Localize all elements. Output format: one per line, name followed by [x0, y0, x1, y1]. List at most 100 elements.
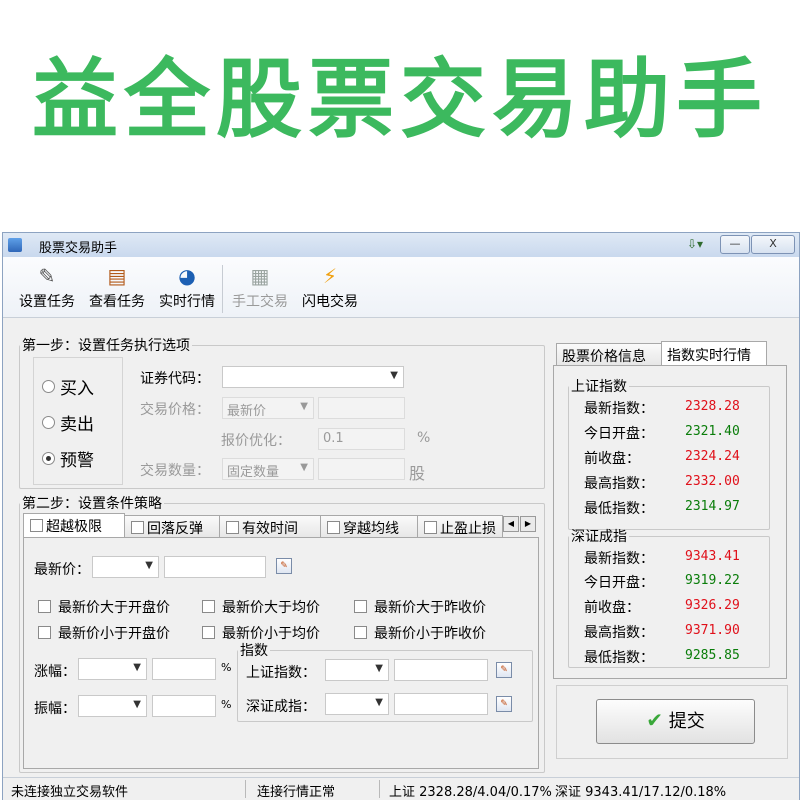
title-bar: 股票交易助手 ⇩▾ — X [3, 233, 799, 257]
calendar-edit-icon[interactable]: ✎ [496, 696, 512, 712]
window-title: 股票交易助手 [39, 241, 118, 256]
tab-panel-exceed-limit: 最新价： ▼ ✎ 最新价大于开盘价 最新价大于均价 最新价大于昨收价 最新价小于… [23, 537, 539, 769]
tab-label: 股票价格信息 [562, 349, 646, 365]
checkbox[interactable] [202, 600, 215, 613]
tab-label: 超越极限 [46, 519, 102, 535]
sh-index-title: 上证指数 [571, 379, 627, 395]
submit-button[interactable]: ✔ 提交 [596, 699, 755, 744]
rise-label: 涨幅： [34, 664, 76, 680]
dropdown-menu-icon[interactable]: ⇩▾ [687, 237, 703, 251]
qty-label: 交易数量： [140, 463, 210, 479]
price-input[interactable] [318, 397, 405, 419]
opt-label: 报价优化： [221, 433, 291, 449]
close-button[interactable]: X [751, 235, 795, 254]
calendar-edit-icon[interactable]: ✎ [276, 558, 292, 574]
calendar-edit-icon[interactable]: ✎ [496, 662, 512, 678]
price-type-combo[interactable]: 最新价 ▼ [222, 397, 314, 419]
checkbox[interactable] [354, 600, 367, 613]
amp-operator-combo[interactable]: ▼ [78, 695, 147, 717]
realtime-quote-icon: ◕ [178, 264, 196, 288]
toolbar-realtime-quote-button[interactable]: ◕ 实时行情 [154, 263, 220, 311]
sz-index-title: 深证成指 [571, 529, 627, 545]
checkbox[interactable] [38, 626, 51, 639]
submit-label: 提交 [668, 711, 705, 732]
tab-exceed-limit[interactable]: 超越极限 [23, 513, 125, 538]
sh-row-label: 今日开盘： [584, 426, 654, 442]
sh-index-input[interactable] [394, 659, 488, 681]
sz-row-label: 今日开盘： [584, 575, 654, 591]
tab-scroll-left-icon[interactable]: ◀ [503, 516, 519, 532]
tab-index-realtime[interactable]: 指数实时行情 [661, 341, 767, 366]
sh-low-value: 2314.97 [685, 499, 740, 514]
tab-valid-time[interactable]: 有效时间 [219, 515, 321, 538]
sh-index-operator-combo[interactable]: ▼ [325, 659, 389, 681]
tab-pullback-rebound[interactable]: 回落反弹 [124, 515, 220, 538]
sz-prev-close-value: 9326.29 [685, 598, 740, 613]
tab-stock-price-info[interactable]: 股票价格信息 [556, 343, 662, 366]
toolbar-settings-task-button[interactable]: ✎ 设置任务 [15, 263, 79, 311]
radio-alert-circle[interactable] [42, 452, 55, 465]
index-realtime-panel: 上证指数 最新指数： 2328.28 今日开盘： 2321.40 前收盘： 23… [553, 365, 787, 679]
product-banner-title: 益全股票交易助手 [32, 50, 768, 150]
app-window: 股票交易助手 ⇩▾ — X ✎ 设置任务 ▤ 查看任务 ◕ 实时行情 ▦ 手工交… [2, 232, 800, 800]
rise-operator-combo[interactable]: ▼ [78, 658, 147, 680]
latest-price-operator-combo[interactable]: ▼ [92, 556, 159, 578]
sh-row-label: 最高指数： [584, 476, 654, 492]
status-sz-index: 深证 9343.41/17.12/0.18% [555, 785, 727, 800]
qty-type-combo[interactable]: 固定数量 ▼ [222, 458, 314, 480]
tab-checkbox[interactable] [30, 519, 43, 532]
checkbox[interactable] [38, 600, 51, 613]
sh-row-label: 最低指数： [584, 501, 654, 517]
app-logo-icon [8, 238, 22, 252]
sz-row-label: 最新指数： [584, 551, 654, 567]
qty-unit: 股 [409, 464, 426, 483]
tab-checkbox[interactable] [327, 521, 340, 534]
amp-label: 振幅： [34, 701, 76, 717]
checkbox[interactable] [202, 626, 215, 639]
radio-sell-label: 卖出 [60, 415, 94, 435]
sz-latest-value: 9343.41 [685, 549, 740, 564]
sz-low-value: 9285.85 [685, 648, 740, 663]
sh-row-label: 前收盘： [584, 451, 640, 467]
check-label: 最新价大于均价 [222, 600, 320, 616]
status-bar: 未连接独立交易软件 连接行情正常 上证 2328.28/4.04/0.17% 深… [3, 777, 799, 800]
tab-checkbox[interactable] [131, 521, 144, 534]
sz-index-label: 深证成指： [246, 699, 316, 715]
amp-input[interactable] [152, 695, 216, 717]
radio-buy-circle[interactable] [42, 380, 55, 393]
sh-index-label: 上证指数： [246, 665, 316, 681]
security-code-combo[interactable]: ▼ [222, 366, 404, 388]
tab-checkbox[interactable] [424, 521, 437, 534]
chevron-down-icon: ▼ [133, 699, 141, 710]
sz-index-input[interactable] [394, 693, 488, 715]
tab-checkbox[interactable] [226, 521, 239, 534]
sz-row-label: 最低指数： [584, 650, 654, 666]
status-separator [245, 780, 246, 798]
toolbar-view-task-button[interactable]: ▤ 查看任务 [84, 263, 150, 311]
manual-trade-icon: ▦ [250, 264, 270, 288]
tab-label: 有效时间 [242, 521, 298, 537]
status-sh-index: 上证 2328.28/4.04/0.17% [389, 785, 552, 800]
tab-scroll-right-icon[interactable]: ▶ [520, 516, 536, 532]
sz-high-value: 9371.90 [685, 623, 740, 638]
toolbar-lightning-trade-button[interactable]: ⚡ 闪电交易 [297, 263, 363, 311]
radio-sell-circle[interactable] [42, 416, 55, 429]
toolbar-label: 实时行情 [159, 294, 215, 310]
latest-price-input[interactable] [164, 556, 266, 578]
check-label: 最新价大于昨收价 [374, 600, 486, 616]
toolbar-label: 手工交易 [232, 294, 288, 310]
toolbar-manual-trade-button[interactable]: ▦ 手工交易 [227, 263, 293, 311]
sz-index-operator-combo[interactable]: ▼ [325, 693, 389, 715]
minimize-button[interactable]: — [720, 235, 750, 254]
checkbox[interactable] [354, 626, 367, 639]
tab-take-profit[interactable]: 止盈止损 [417, 515, 503, 538]
sz-row-label: 最高指数： [584, 625, 654, 641]
qty-input[interactable] [318, 458, 405, 480]
rise-input[interactable] [152, 658, 216, 680]
sz-row-label: 前收盘： [584, 600, 640, 616]
price-opt-input[interactable]: 0.1 [318, 428, 405, 450]
tab-cross-ma[interactable]: 穿越均线 [320, 515, 418, 538]
price-opt-value: 0.1 [323, 431, 344, 446]
index-group-legend: 指数 [240, 643, 268, 659]
step1-legend: 第一步：设置任务执行选项 [22, 338, 190, 354]
